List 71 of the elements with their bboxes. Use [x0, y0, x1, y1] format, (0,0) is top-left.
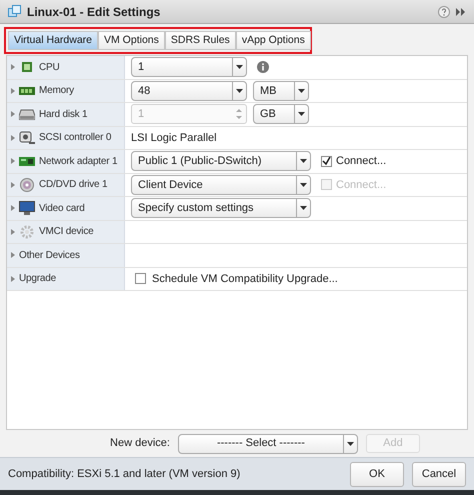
tab[interactable]: Virtual Hardware: [8, 31, 98, 50]
checkbox[interactable]: [135, 273, 146, 284]
dialog-button[interactable]: Cancel: [412, 462, 466, 486]
device-label: SCSI controller 0: [39, 131, 112, 146]
device-label: Memory: [39, 84, 74, 98]
checkmark-icon: [322, 156, 331, 166]
window-title: Linux-01 - Edit Settings: [27, 4, 162, 20]
row-header[interactable]: VMCI device: [7, 220, 125, 243]
device-label: VMCI device: [39, 225, 94, 240]
expand-arrow-icon[interactable]: [11, 88, 15, 94]
dropdown[interactable]: 48: [131, 80, 247, 101]
expand-arrow-icon[interactable]: [11, 182, 15, 188]
expand-arrow-icon[interactable]: [11, 64, 15, 70]
gear-icon: [20, 224, 34, 239]
expand-arrow-icon[interactable]: [11, 276, 15, 282]
tab[interactable]: vApp Options: [236, 31, 311, 50]
row-header[interactable]: SCSI controller 0: [7, 126, 125, 149]
controller-icon: [19, 130, 35, 145]
expand-arrow-icon[interactable]: [11, 205, 15, 212]
row-header[interactable]: CPU: [7, 56, 125, 78]
dropdown[interactable]: Public 1 (Public-DSwitch): [131, 151, 311, 172]
expand-arrow-icon[interactable]: [11, 252, 15, 258]
row-header[interactable]: CD/DVD drive 1: [7, 174, 125, 196]
new-device-label: New device:: [110, 436, 170, 452]
device-label: CPU: [39, 60, 60, 75]
device-label: Network adapter 1: [39, 154, 118, 169]
dropdown[interactable]: MB: [253, 80, 309, 101]
caret-icon: [300, 182, 307, 187]
dropdown[interactable]: ------- Select -------: [178, 434, 358, 454]
caret-icon: [236, 88, 243, 93]
caret-icon: [298, 88, 305, 93]
caret-icon: [236, 65, 243, 70]
help-icon[interactable]: [438, 6, 450, 18]
row-header[interactable]: Network adapter 1: [7, 150, 125, 172]
caret-icon: [300, 206, 307, 210]
expand-arrow-icon[interactable]: [11, 158, 15, 164]
row-header[interactable]: Memory: [7, 80, 125, 102]
value-text: LSI Logic Parallel: [131, 130, 217, 146]
row-header[interactable]: Upgrade: [7, 268, 125, 290]
dialog-button[interactable]: OK: [350, 462, 404, 486]
checkbox-label: Connect...: [336, 178, 386, 192]
expand-arrow-icon[interactable]: [11, 134, 15, 141]
row-header[interactable]: Other Devices: [7, 244, 125, 266]
network-card-icon: [19, 156, 35, 167]
dropdown[interactable]: Client Device: [131, 174, 311, 195]
checkbox-label: Schedule VM Compatibility Upgrade...: [152, 272, 338, 286]
disc-icon: [20, 178, 34, 192]
row-header[interactable]: Video card: [7, 197, 125, 220]
expand-arrow-icon[interactable]: [11, 228, 15, 235]
caret-icon: [346, 442, 354, 446]
caret-icon: [298, 112, 305, 116]
dropdown[interactable]: Specify custom settings: [131, 198, 311, 218]
device-label: CD/DVD drive 1: [39, 178, 108, 192]
tab[interactable]: VM Options: [98, 31, 165, 50]
caret-icon: [300, 159, 307, 164]
expand-arrow-icon[interactable]: [11, 111, 15, 118]
device-label: Hard disk 1: [39, 108, 88, 122]
device-label: Other Devices: [19, 248, 80, 263]
checkbox[interactable]: [321, 156, 332, 167]
device-label: Video card: [39, 202, 85, 216]
double-arrow-icon[interactable]: [456, 8, 466, 16]
memory-module-icon: [19, 86, 35, 96]
monitor-icon: [19, 201, 35, 216]
dropdown[interactable]: 1: [131, 57, 247, 78]
checkbox-label: Connect...: [336, 154, 386, 169]
device-label: Upgrade: [19, 272, 56, 286]
tab[interactable]: SDRS Rules: [164, 31, 236, 50]
chip-icon: [21, 61, 33, 74]
compatibility-text: Compatibility: ESXi 5.1 and later (VM version 9): [8, 466, 242, 482]
vm-icon: [8, 5, 21, 18]
info-icon[interactable]: [257, 61, 269, 74]
